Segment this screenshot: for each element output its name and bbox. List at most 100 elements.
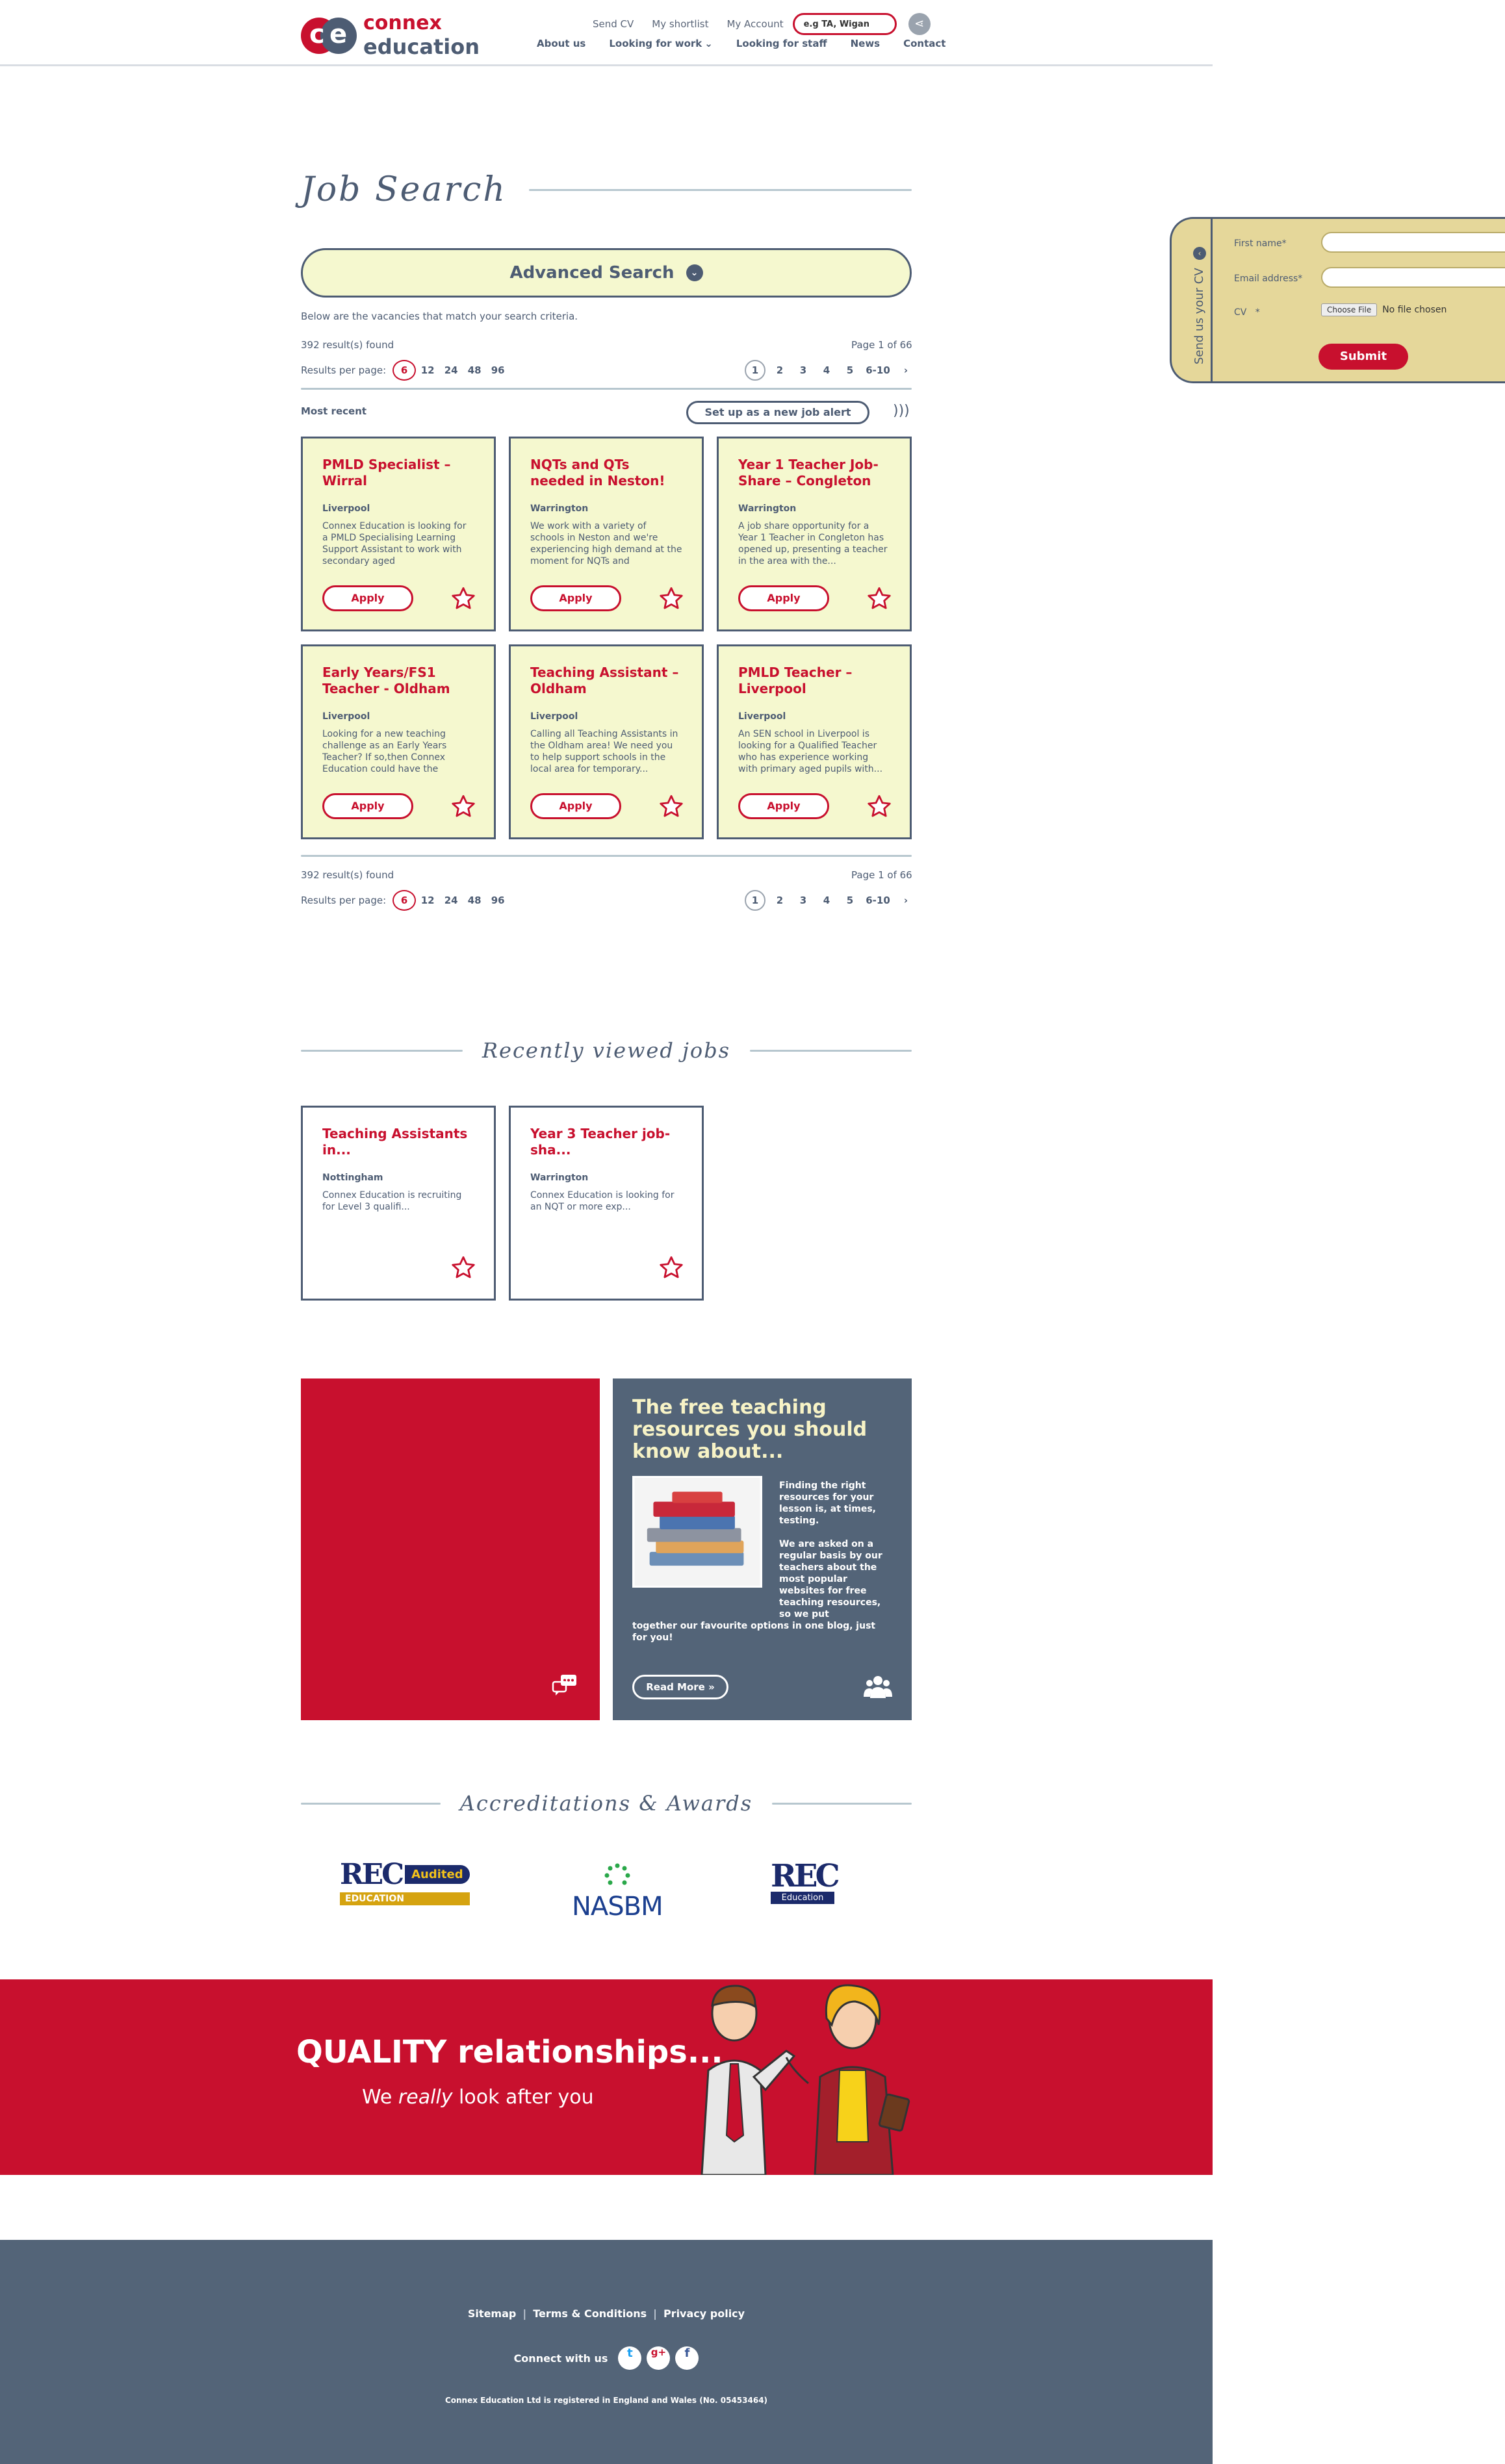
page-5[interactable]: 5: [838, 895, 862, 906]
job-card[interactable]: Year 1 Teacher Job-Share – Congleton War…: [717, 437, 912, 631]
per-page-12[interactable]: 12: [416, 895, 439, 906]
divider: [301, 388, 912, 390]
apply-button[interactable]: Apply: [738, 585, 829, 611]
twitter-icon[interactable]: t: [618, 2346, 642, 2370]
shortlist-star-icon[interactable]: [450, 1254, 477, 1282]
page-5[interactable]: 5: [838, 364, 862, 376]
nasbm-logo[interactable]: NASBM: [572, 1863, 663, 1922]
next-page-icon[interactable]: ›: [894, 895, 918, 906]
apply-button[interactable]: Apply: [322, 585, 413, 611]
page-1[interactable]: 1: [745, 360, 765, 381]
job-alert-button[interactable]: Set up as a new job alert: [686, 401, 869, 424]
job-title[interactable]: Teaching Assistant – Oldham: [530, 665, 682, 706]
header-search-input[interactable]: e.g TA, Wigan: [792, 13, 897, 35]
page-6-10[interactable]: 6-10: [862, 364, 894, 376]
job-location: Liverpool: [322, 503, 370, 514]
site-logo[interactable]: c e connex education: [301, 12, 480, 59]
recent-job-card[interactable]: Teaching Assistants in... Nottingham Con…: [301, 1106, 496, 1301]
job-card[interactable]: Early Years/FS1 Teacher - Oldham Liverpo…: [301, 644, 496, 839]
shortlist-star-icon[interactable]: [450, 585, 477, 613]
job-card[interactable]: NQTs and QTs needed in Neston! Warringto…: [509, 437, 704, 631]
job-card[interactable]: Teaching Assistant – Oldham Liverpool Ca…: [509, 644, 704, 839]
per-page-24[interactable]: 24: [439, 895, 463, 906]
job-title[interactable]: PMLD Teacher – Liverpool: [738, 665, 890, 706]
rec-audited-logo[interactable]: REC Audited EDUCATION: [340, 1858, 470, 1905]
page-3[interactable]: 3: [791, 364, 815, 376]
shortlist-star-icon[interactable]: [866, 793, 893, 820]
shortlist-link[interactable]: My shortlist: [652, 18, 708, 30]
page-6-10[interactable]: 6-10: [862, 895, 894, 906]
promo-panel-resources[interactable]: The free teaching resources you should k…: [613, 1378, 912, 1720]
my-account-link[interactable]: My Account: [727, 18, 783, 30]
chevron-left-icon: ‹: [1192, 247, 1206, 260]
site-header: c e connex education Send CV My shortlis…: [0, 0, 1213, 66]
job-title[interactable]: NQTs and QTs needed in Neston!: [530, 457, 682, 498]
advanced-search-button[interactable]: Advanced Search ⌄: [301, 248, 912, 298]
apply-button[interactable]: Apply: [530, 585, 621, 611]
rss-icon[interactable]: ))): [893, 403, 910, 419]
nav-news[interactable]: News: [851, 38, 881, 49]
job-card[interactable]: PMLD Teacher – Liverpool Liverpool An SE…: [717, 644, 912, 839]
job-title[interactable]: Year 3 Teacher job-sha...: [530, 1126, 682, 1167]
job-title[interactable]: Year 1 Teacher Job-Share – Congleton: [738, 457, 890, 498]
sort-label[interactable]: Most recent: [301, 405, 367, 417]
shortlist-star-icon[interactable]: [658, 585, 685, 613]
submit-cv-button[interactable]: Submit: [1318, 344, 1408, 370]
job-description: Calling all Teaching Assistants in the O…: [530, 729, 678, 774]
page-4[interactable]: 4: [815, 364, 838, 376]
job-title[interactable]: Teaching Assistants in...: [322, 1126, 474, 1167]
privacy-link[interactable]: Privacy policy: [663, 2307, 745, 2320]
shortlist-star-icon[interactable]: [450, 793, 477, 820]
page-1[interactable]: 1: [745, 890, 765, 911]
banner-headline: QUALITY relationships...: [296, 2034, 723, 2070]
chevron-down-icon: ⌄: [686, 264, 703, 281]
job-description: Connex Education is looking for a PMLD S…: [322, 521, 467, 566]
facebook-icon[interactable]: f: [675, 2346, 699, 2370]
share-icon[interactable]: ⋖: [908, 13, 931, 35]
read-more-button[interactable]: Read More »: [632, 1675, 728, 1699]
google-plus-icon[interactable]: g+: [647, 2346, 671, 2370]
send-cv-tab[interactable]: Send us your CV ‹: [1192, 247, 1206, 364]
per-page-24[interactable]: 24: [439, 364, 463, 376]
shortlist-star-icon[interactable]: [658, 1254, 685, 1282]
page-3[interactable]: 3: [791, 895, 815, 906]
email-field[interactable]: [1321, 267, 1505, 288]
per-page-96[interactable]: 96: [486, 895, 509, 906]
send-cv-link[interactable]: Send CV: [593, 18, 634, 30]
per-page-96[interactable]: 96: [486, 364, 509, 376]
rec-education-logo[interactable]: REC Education: [771, 1861, 840, 1904]
page-2[interactable]: 2: [768, 364, 791, 376]
nav-looking-for-staff[interactable]: Looking for staff: [736, 38, 827, 49]
apply-button[interactable]: Apply: [322, 793, 413, 819]
per-page-6[interactable]: 6: [392, 360, 417, 381]
per-page-48[interactable]: 48: [463, 895, 486, 906]
job-location: Warrington: [530, 503, 589, 514]
promo-panel-red[interactable]: [301, 1378, 600, 1720]
job-card[interactable]: PMLD Specialist – Wirral Liverpool Conne…: [301, 437, 496, 631]
page-4[interactable]: 4: [815, 895, 838, 906]
nav-about-us[interactable]: About us: [537, 38, 585, 49]
terms-link[interactable]: Terms & Conditions: [533, 2307, 647, 2320]
job-description: We work with a variety of schools in Nes…: [530, 521, 682, 566]
email-label: Email address*: [1234, 273, 1303, 284]
per-page-6[interactable]: 6: [392, 890, 417, 911]
job-title[interactable]: PMLD Specialist – Wirral: [322, 457, 474, 498]
nav-contact[interactable]: Contact: [903, 38, 945, 49]
job-title[interactable]: Early Years/FS1 Teacher - Oldham: [322, 665, 474, 706]
books-image: [632, 1476, 762, 1588]
recent-job-card[interactable]: Year 3 Teacher job-sha... Warrington Con…: [509, 1106, 704, 1301]
apply-button[interactable]: Apply: [738, 793, 829, 819]
nav-looking-for-work[interactable]: Looking for work ⌄: [609, 38, 713, 49]
page-2[interactable]: 2: [768, 895, 791, 906]
per-page-48[interactable]: 48: [463, 364, 486, 376]
cv-file-input[interactable]: Choose File No file chosen: [1321, 303, 1447, 316]
per-page-12[interactable]: 12: [416, 364, 439, 376]
apply-button[interactable]: Apply: [530, 793, 621, 819]
no-file-text: No file chosen: [1382, 305, 1447, 315]
choose-file-button[interactable]: Choose File: [1321, 303, 1378, 316]
shortlist-star-icon[interactable]: [866, 585, 893, 613]
shortlist-star-icon[interactable]: [658, 793, 685, 820]
first-name-field[interactable]: [1321, 232, 1505, 253]
sitemap-link[interactable]: Sitemap: [468, 2307, 516, 2320]
next-page-icon[interactable]: ›: [894, 364, 918, 376]
